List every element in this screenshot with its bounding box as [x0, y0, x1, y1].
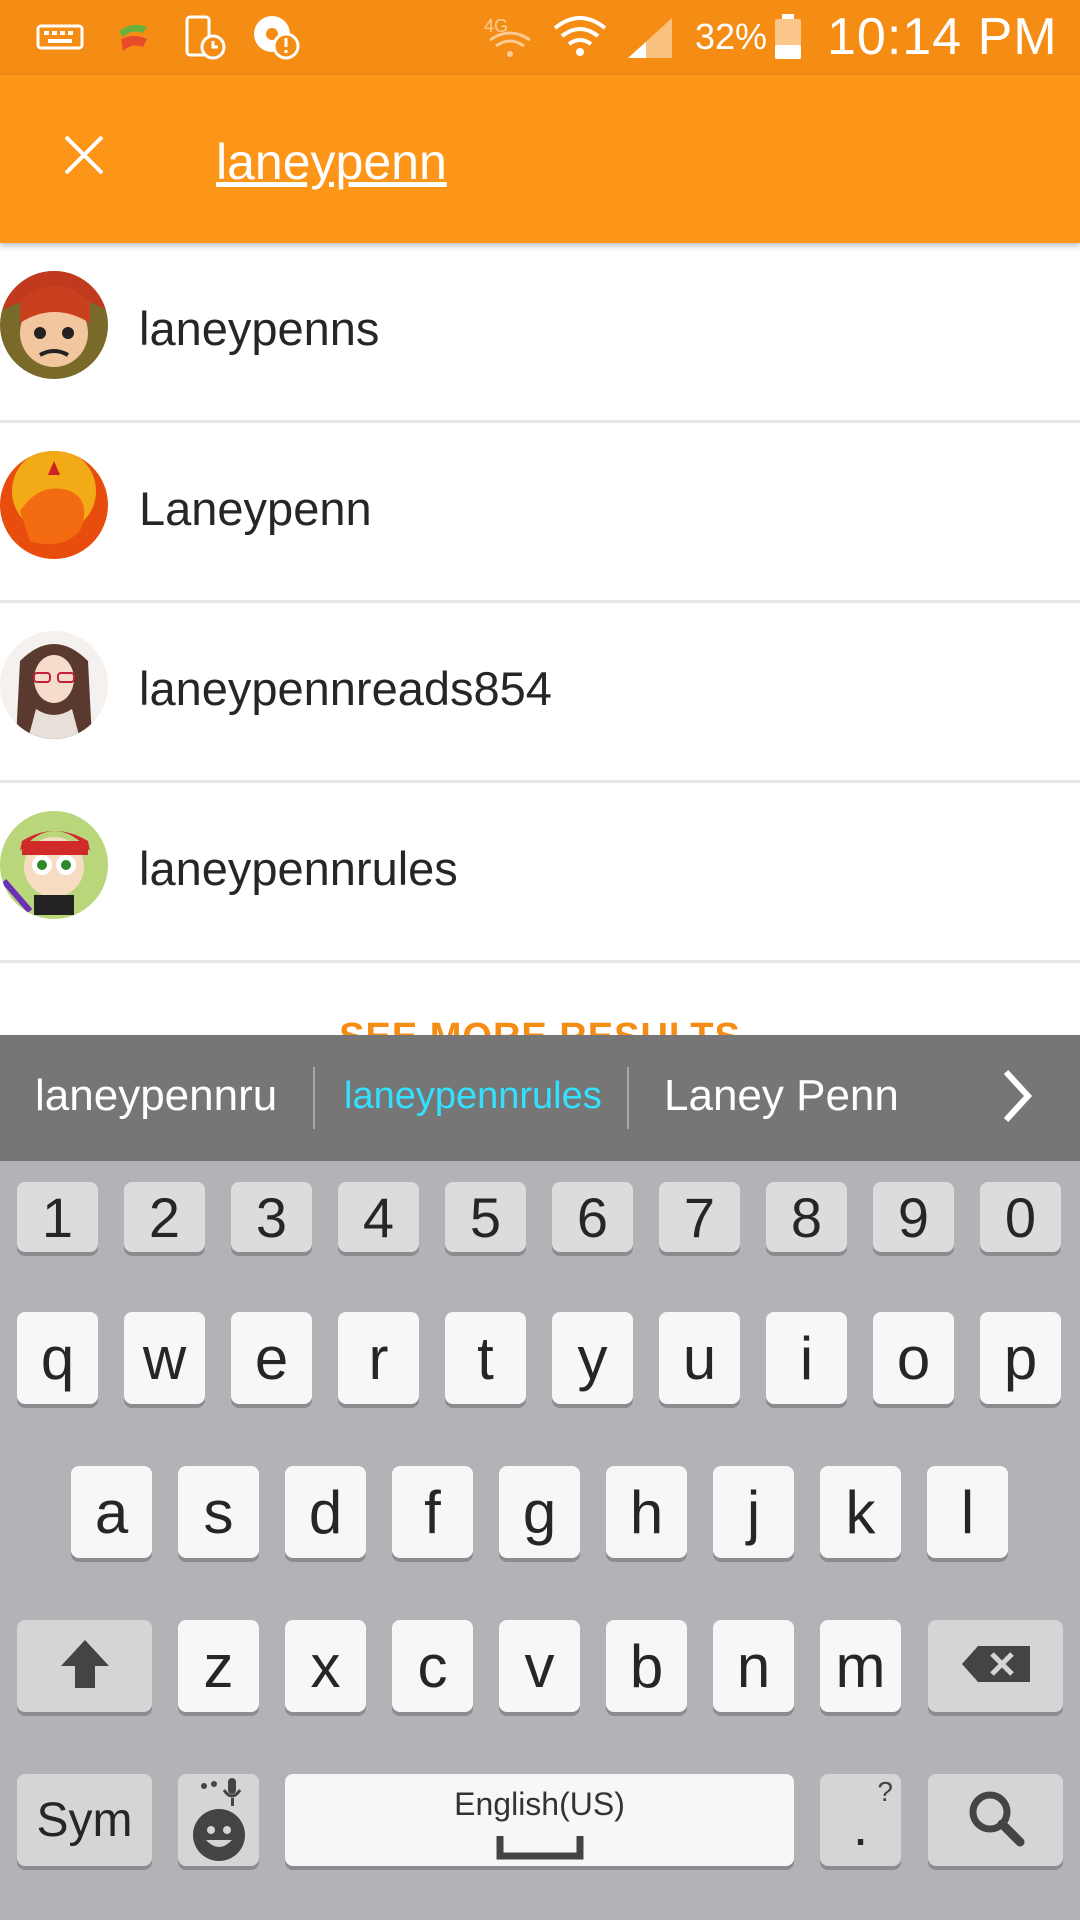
key-c[interactable]: c — [392, 1620, 473, 1712]
key-0[interactable]: 0 — [980, 1182, 1061, 1252]
app-icon — [108, 12, 158, 62]
key-u[interactable]: u — [659, 1312, 740, 1404]
search-header — [0, 75, 1080, 243]
key-d[interactable]: d — [285, 1466, 366, 1558]
suggestion-divider — [313, 1067, 315, 1129]
avatar — [0, 271, 108, 379]
key-t[interactable]: t — [445, 1312, 526, 1404]
shift-arrow-icon — [57, 1636, 113, 1697]
emoji-voice-key[interactable] — [178, 1774, 259, 1866]
suggestion-item[interactable]: laneypennru — [35, 1071, 277, 1121]
key-z[interactable]: z — [178, 1620, 259, 1712]
key-q[interactable]: q — [17, 1312, 98, 1404]
signal-icon — [622, 12, 678, 62]
keyboard-icon — [30, 12, 90, 62]
key-6[interactable]: 6 — [552, 1182, 633, 1252]
emoji-icon — [192, 1808, 246, 1867]
suggestion-expand-button[interactable] — [990, 1063, 1044, 1133]
key-8[interactable]: 8 — [766, 1182, 847, 1252]
key-2[interactable]: 2 — [124, 1182, 205, 1252]
key-l[interactable]: l — [927, 1466, 1008, 1558]
result-row[interactable]: laneypennreads854 — [0, 603, 1080, 783]
period-key-hint: ? — [877, 1776, 893, 1807]
battery-icon — [770, 12, 806, 62]
key-p[interactable]: p — [980, 1312, 1061, 1404]
close-icon — [62, 133, 106, 182]
key-g[interactable]: g — [499, 1466, 580, 1558]
sync-alert-icon — [248, 12, 304, 62]
wifi-icon — [550, 12, 610, 62]
search-key[interactable] — [928, 1774, 1063, 1866]
result-username: laneypennrules — [139, 842, 458, 895]
key-k[interactable]: k — [820, 1466, 901, 1558]
key-9[interactable]: 9 — [873, 1182, 954, 1252]
suggestion-item[interactable]: Laney Penn — [664, 1071, 899, 1121]
avatar — [0, 631, 108, 739]
battery-percent: 32% — [695, 16, 768, 57]
suggestion-bar: laneypennru laneypennrules Laney Penn — [0, 1035, 1080, 1161]
period-key-label: . — [852, 1793, 869, 1857]
result-row[interactable]: laneypenns — [0, 243, 1080, 423]
key-e[interactable]: e — [231, 1312, 312, 1404]
keyboard-language-label: English(US) — [454, 1786, 625, 1822]
result-row[interactable]: laneypennrules — [0, 783, 1080, 963]
key-v[interactable]: v — [499, 1620, 580, 1712]
key-w[interactable]: w — [124, 1312, 205, 1404]
key-b[interactable]: b — [606, 1620, 687, 1712]
space-key[interactable]: English(US) — [285, 1774, 794, 1866]
avatar — [0, 811, 108, 919]
key-m[interactable]: m — [820, 1620, 901, 1712]
status-bar: 4G 32% 10:14 PM — [0, 0, 1080, 75]
result-username: laneypenns — [139, 302, 380, 355]
search-icon — [966, 1788, 1026, 1853]
shift-key[interactable] — [17, 1620, 152, 1712]
key-h[interactable]: h — [606, 1466, 687, 1558]
key-5[interactable]: 5 — [445, 1182, 526, 1252]
key-1[interactable]: 1 — [17, 1182, 98, 1252]
key-j[interactable]: j — [713, 1466, 794, 1558]
key-s[interactable]: s — [178, 1466, 259, 1558]
key-3[interactable]: 3 — [231, 1182, 312, 1252]
suggestion-divider — [627, 1067, 629, 1129]
key-7[interactable]: 7 — [659, 1182, 740, 1252]
period-key[interactable]: ? . — [820, 1774, 901, 1866]
key-a[interactable]: a — [71, 1466, 152, 1558]
see-more-results-link[interactable]: SEE MORE RESULTS — [0, 1005, 1080, 1035]
avatar — [0, 451, 108, 559]
key-o[interactable]: o — [873, 1312, 954, 1404]
result-username: laneypennreads854 — [139, 662, 552, 715]
result-row[interactable]: Laneypenn — [0, 423, 1080, 603]
key-i[interactable]: i — [766, 1312, 847, 1404]
device-clock-icon — [180, 12, 230, 62]
key-y[interactable]: y — [552, 1312, 633, 1404]
suggestion-item-selected[interactable]: laneypennrules — [344, 1075, 602, 1118]
key-x[interactable]: x — [285, 1620, 366, 1712]
result-username: Laneypenn — [139, 482, 372, 535]
key-r[interactable]: r — [338, 1312, 419, 1404]
chevron-right-icon — [1000, 1068, 1034, 1129]
clock-time: 10:14 PM — [827, 8, 1058, 66]
sym-key[interactable]: Sym — [17, 1774, 152, 1866]
backspace-key[interactable] — [928, 1620, 1063, 1712]
backspace-icon — [960, 1644, 1032, 1689]
search-input[interactable] — [216, 130, 1036, 194]
keyboard: 1 2 3 4 5 6 7 8 9 0 q w e r t y u i o p … — [0, 1161, 1080, 1920]
network-4g-icon: 4G — [480, 12, 546, 62]
key-4[interactable]: 4 — [338, 1182, 419, 1252]
space-bar-icon — [496, 1834, 584, 1865]
close-button[interactable] — [44, 117, 124, 197]
key-f[interactable]: f — [392, 1466, 473, 1558]
key-n[interactable]: n — [713, 1620, 794, 1712]
